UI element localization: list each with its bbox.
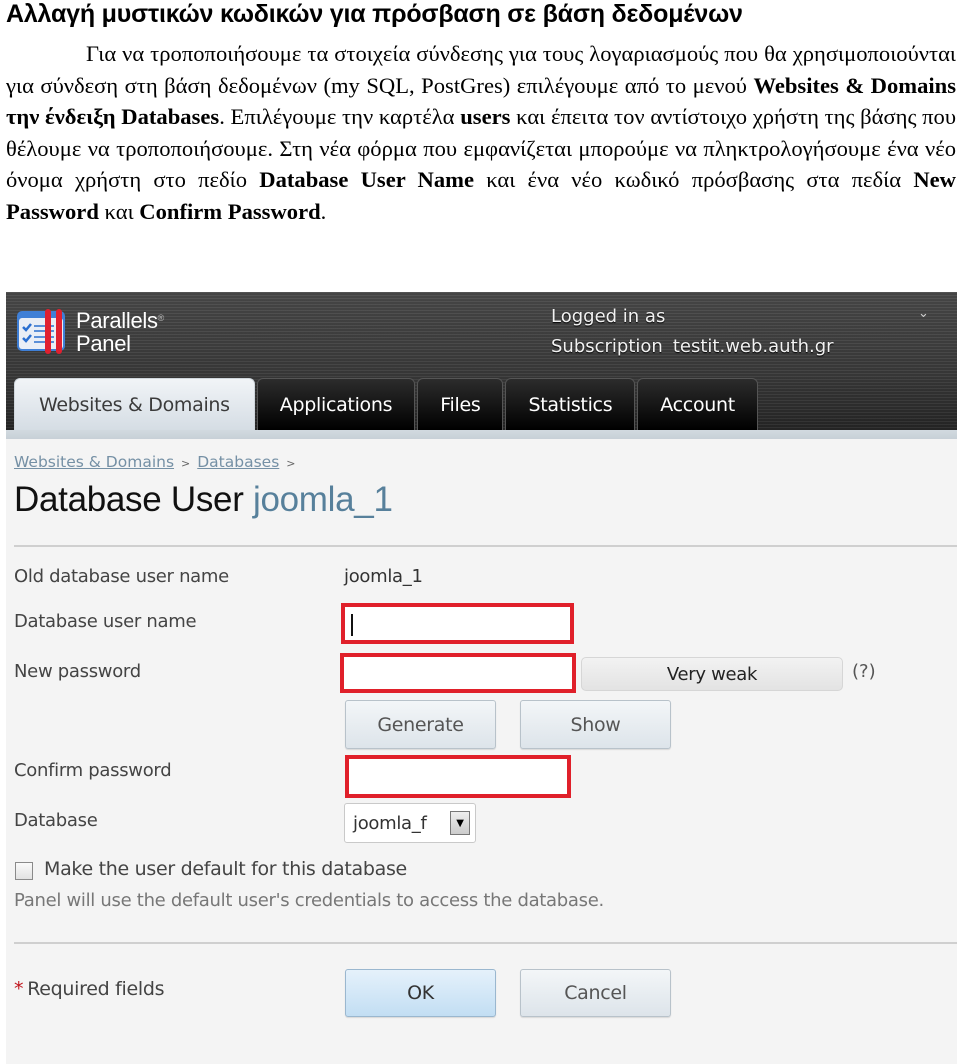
password-strength-indicator: Very weak: [581, 657, 843, 691]
logo-text: Parallels® Panel: [76, 309, 164, 355]
document-paragraph: Για να τροποποιήσουμε τα στοιχεία σύνδεσ…: [6, 38, 956, 227]
database-label: Database: [14, 810, 98, 831]
main-tabs: Websites & Domains Applications Files St…: [14, 378, 760, 430]
database-selected-value: joomla_f: [353, 812, 427, 834]
subscription-label: Subscription: [551, 336, 663, 357]
subscription-row: Subscription testit.web.auth.gr: [551, 332, 834, 362]
new-password-label: New password: [14, 661, 141, 682]
generate-button[interactable]: Generate: [345, 700, 496, 749]
emphasized-term: users: [460, 104, 511, 129]
breadcrumb-websites-domains[interactable]: Websites & Domains: [14, 453, 174, 471]
default-user-checkbox[interactable]: [15, 862, 33, 880]
default-user-hint: Panel will use the default user's creden…: [14, 890, 604, 911]
logged-in-label: Logged in as: [551, 306, 666, 327]
tab-underline: [6, 430, 957, 439]
tab-files[interactable]: Files: [417, 378, 504, 430]
tab-applications[interactable]: Applications: [256, 378, 416, 430]
confirm-password-label: Confirm password: [14, 760, 172, 781]
panel-screenshot: Parallels® Panel Logged in as Subscripti…: [6, 292, 957, 1064]
logo-line1: Parallels: [76, 308, 158, 333]
page-title-subject: joomla_1: [253, 480, 393, 519]
user-name-label: Database user name: [14, 611, 197, 632]
document-title: Αλλαγή μυστικών κωδικών για πρόσβαση σε …: [6, 0, 743, 28]
paragraph-run: και: [98, 198, 140, 224]
text-caret: [351, 614, 353, 636]
show-password-button[interactable]: Show: [520, 700, 671, 749]
breadcrumb-separator: >: [286, 457, 296, 470]
breadcrumb-separator: >: [181, 457, 191, 470]
old-user-name-value: joomla_1: [344, 566, 423, 587]
registered-mark: ®: [157, 313, 165, 323]
database-select[interactable]: joomla_f ▼: [344, 803, 476, 843]
ok-button[interactable]: OK: [345, 969, 496, 1017]
page-title-prefix: Database User: [14, 480, 244, 519]
cancel-button[interactable]: Cancel: [520, 969, 671, 1017]
paragraph-run: .: [320, 198, 327, 224]
paragraph-run: . Επιλέγουμε την καρτέλα: [219, 104, 461, 129]
breadcrumb: Websites & Domains > Databases >: [14, 453, 303, 471]
divider: [14, 942, 957, 944]
divider: [14, 545, 957, 547]
required-fields-label: Required fields: [27, 978, 165, 1000]
required-star: *: [14, 978, 24, 1000]
subscription-value: testit.web.auth.gr: [672, 336, 834, 357]
default-user-checkbox-label[interactable]: Make the user default for this database: [44, 858, 407, 880]
panel-header: Parallels® Panel Logged in as Subscripti…: [6, 292, 957, 430]
logo-line2: Panel: [76, 331, 131, 356]
required-fields-note: * Required fields: [14, 978, 165, 1000]
emphasized-term: Confirm Password: [139, 198, 321, 224]
user-name-input[interactable]: [341, 603, 574, 644]
old-user-name-label: Old database user name: [14, 566, 229, 587]
paragraph-text: Για να τροποποιήσουμε τα στοιχεία σύνδεσ…: [6, 38, 956, 227]
password-help-link[interactable]: (?): [852, 661, 876, 682]
emphasized-term: Database User Name: [259, 167, 475, 192]
tab-statistics[interactable]: Statistics: [505, 378, 636, 430]
dropdown-arrow-icon[interactable]: ▼: [450, 811, 470, 835]
checklist-icon: [17, 309, 65, 354]
paragraph-run: και ένα νέο κωδικό πρόσβασης στα πεδία: [474, 167, 914, 192]
breadcrumb-databases[interactable]: Databases: [197, 453, 279, 471]
parallels-logo[interactable]: Parallels® Panel: [16, 308, 186, 358]
tab-websites-domains[interactable]: Websites & Domains: [14, 378, 255, 430]
page-title: Database User joomla_1: [14, 480, 393, 520]
login-info[interactable]: Logged in as Subscription testit.web.auth…: [551, 302, 834, 362]
chevron-down-icon[interactable]: ⌄: [918, 306, 929, 321]
confirm-password-input[interactable]: [345, 755, 571, 798]
tab-account[interactable]: Account: [637, 378, 758, 430]
new-password-input[interactable]: [340, 653, 576, 693]
